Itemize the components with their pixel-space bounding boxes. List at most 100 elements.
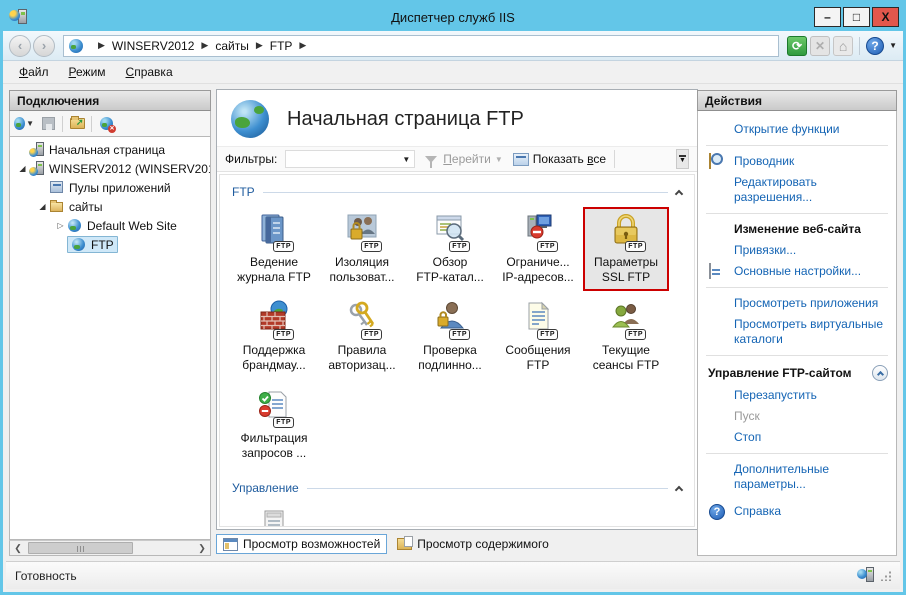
feature-request-filtering[interactable]: FTP Фильтрация запросов ... [231, 383, 317, 467]
feature-card: Начальная страница FTP Фильтры: ▼ Перейт… [216, 89, 698, 530]
expanded-triangle-icon[interactable]: ◢ [36, 202, 49, 211]
stop-link[interactable]: Стоп [734, 430, 761, 444]
actions-header: Действия [697, 90, 897, 111]
up-level-icon[interactable] [67, 115, 87, 133]
tree-item-sites[interactable]: ◢ сайты [10, 197, 210, 216]
divider [706, 355, 888, 356]
chevron-right-icon: ▶ [255, 40, 263, 50]
divider [91, 115, 92, 132]
divider [706, 213, 888, 214]
toolbar-overflow-button[interactable]: ▼ [676, 149, 689, 169]
horizontal-scrollbar[interactable]: ❮ ❯ [9, 540, 211, 556]
stop-button[interactable]: ✕ [810, 35, 831, 56]
app-pools-icon [49, 180, 65, 195]
help-link[interactable]: Справка [734, 504, 781, 518]
tab-content-view[interactable]: Просмотр содержимого [391, 535, 554, 553]
collapse-chevron-icon[interactable] [674, 485, 684, 494]
ftp-home-globe-icon [231, 100, 269, 138]
feature-ftp-messages[interactable]: FTP Сообщения FTP [495, 295, 581, 379]
advanced-settings-link[interactable]: Дополнительные параметры... [734, 462, 829, 491]
open-feature-link[interactable]: Открытие функции [734, 122, 839, 136]
connections-panel: Подключения ▼ ✕ Начальная страница ◢ [9, 90, 211, 556]
tree-item-start-page[interactable]: Начальная страница [10, 140, 210, 159]
help-dropdown-caret[interactable]: ▼ [889, 41, 897, 50]
management-tiles: Редакторконфигур... [230, 497, 684, 526]
feature-ip-restrictions[interactable]: FTP Ограниче... IP-адресов... [495, 207, 581, 291]
help-icon[interactable]: ? [866, 36, 885, 55]
breadcrumb-sites[interactable]: сайты [215, 39, 249, 53]
ftp-badge: FTP [625, 241, 646, 252]
tree-item-default-web-site[interactable]: ▷ Default Web Site [10, 216, 210, 235]
tile-label: Изоляция пользоват... [329, 255, 395, 284]
tile-label: Ограниче... IP-адресов... [502, 255, 574, 284]
refresh-button[interactable]: ⟳ [787, 35, 808, 56]
menu-help[interactable]: Справка [116, 63, 183, 81]
address-bar: ‹ › ▶ WINSERV2012 ▶ сайты ▶ FTP ▶ ⟳ ✕ ⌂ … [3, 31, 903, 61]
explore-link[interactable]: Проводник [734, 154, 794, 168]
divider [859, 36, 861, 55]
feature-current-sessions[interactable]: FTP Текущие сеансы FTP [583, 295, 669, 379]
back-button[interactable]: ‹ [9, 34, 31, 57]
home-button[interactable]: ⌂ [833, 35, 854, 56]
divider [706, 453, 888, 454]
forward-button[interactable]: › [33, 34, 55, 57]
edit-permissions-link[interactable]: Редактировать разрешения... [734, 175, 817, 204]
scroll-left-arrow[interactable]: ❮ [10, 543, 26, 554]
filter-combobox[interactable]: ▼ [285, 150, 416, 168]
tree-item-server[interactable]: ◢ WINSERV2012 (WINSERV2012\ [10, 159, 210, 178]
collapse-chevron-icon[interactable] [674, 189, 684, 198]
feature-ftp-ssl-settings[interactable]: FTP Параметры SSL FTP [583, 207, 669, 291]
scrollbar-thumb[interactable] [28, 542, 133, 554]
filters-label: Фильтры: [225, 152, 278, 166]
connections-header: Подключения [9, 90, 211, 111]
feature-authorization-rules[interactable]: FTP Правила авторизац... [319, 295, 405, 379]
ftp-tiles: FTP Ведение журнала FTP FTP Изоляция пол… [230, 201, 684, 471]
menu-file[interactable]: Файл [9, 63, 59, 81]
collapsed-triangle-icon[interactable]: ▷ [54, 221, 67, 230]
menu-view[interactable]: Режим [59, 63, 116, 81]
breadcrumb-server[interactable]: WINSERV2012 [112, 39, 194, 53]
tile-label: Сообщения FTP [505, 343, 571, 372]
go-button[interactable]: Перейти [443, 152, 491, 166]
feature-firewall-support[interactable]: FTP Поддержка брандмау... [231, 295, 317, 379]
go-dropdown-caret[interactable]: ▼ [495, 155, 503, 164]
feature-ftp-logging[interactable]: FTP Ведение журнала FTP [231, 207, 317, 291]
maximize-button[interactable]: □ [843, 7, 870, 27]
feature-authentication[interactable]: FTP Проверка подлинно... [407, 295, 493, 379]
ftp-badge: FTP [273, 417, 294, 428]
breadcrumb-ftp[interactable]: FTP [270, 39, 293, 53]
tile-label: Параметры SSL FTP [594, 255, 658, 284]
expanded-triangle-icon[interactable]: ◢ [16, 164, 29, 173]
ftp-badge: FTP [449, 241, 470, 252]
start-page-icon [29, 142, 45, 157]
tile-label: Поддержка брандмау... [242, 343, 306, 372]
basic-settings-link[interactable]: Основные настройки... [734, 264, 861, 278]
create-connection-icon[interactable]: ▼ [14, 115, 34, 133]
disconnect-icon[interactable]: ✕ [96, 115, 116, 133]
restart-link[interactable]: Перезапустить [734, 388, 817, 402]
feature-user-isolation[interactable]: FTP Изоляция пользоват... [319, 207, 405, 291]
actions-panel: Действия Открытие функции Проводник Реда… [697, 90, 897, 556]
scroll-right-arrow[interactable]: ❯ [194, 543, 210, 554]
show-all-button[interactable]: Показать все [533, 152, 606, 166]
save-connection-icon [38, 115, 58, 133]
view-applications-link[interactable]: Просмотреть приложения [734, 296, 878, 310]
breadcrumb[interactable]: ▶ WINSERV2012 ▶ сайты ▶ FTP ▶ [63, 34, 780, 57]
feature-config-editor[interactable]: Редакторконфигур... [231, 503, 317, 526]
collapse-section-button[interactable] [872, 365, 888, 381]
feature-directory-browsing[interactable]: FTP Обзор FTP-катал... [407, 207, 493, 291]
tile-label: Текущие сеансы FTP [592, 343, 660, 372]
close-button[interactable]: X [872, 7, 899, 27]
tree-item-ftp[interactable]: FTP [10, 235, 210, 254]
feature-view: Начальная страница FTP Фильтры: ▼ Перейт… [216, 89, 698, 558]
tab-features-view[interactable]: Просмотр возможностей [216, 534, 388, 554]
view-virtual-directories-link[interactable]: Просмотреть виртуальные каталоги [734, 317, 883, 346]
resize-grip[interactable] [881, 570, 891, 581]
tree-item-app-pools[interactable]: Пулы приложений [10, 178, 210, 197]
group-header-management: Управление [232, 481, 684, 495]
site-globe-icon [69, 38, 83, 53]
bindings-link[interactable]: Привязки... [734, 243, 796, 257]
status-bar: Готовность [6, 561, 900, 589]
minimize-button[interactable]: – [814, 7, 841, 27]
ftp-badge: FTP [537, 329, 558, 340]
